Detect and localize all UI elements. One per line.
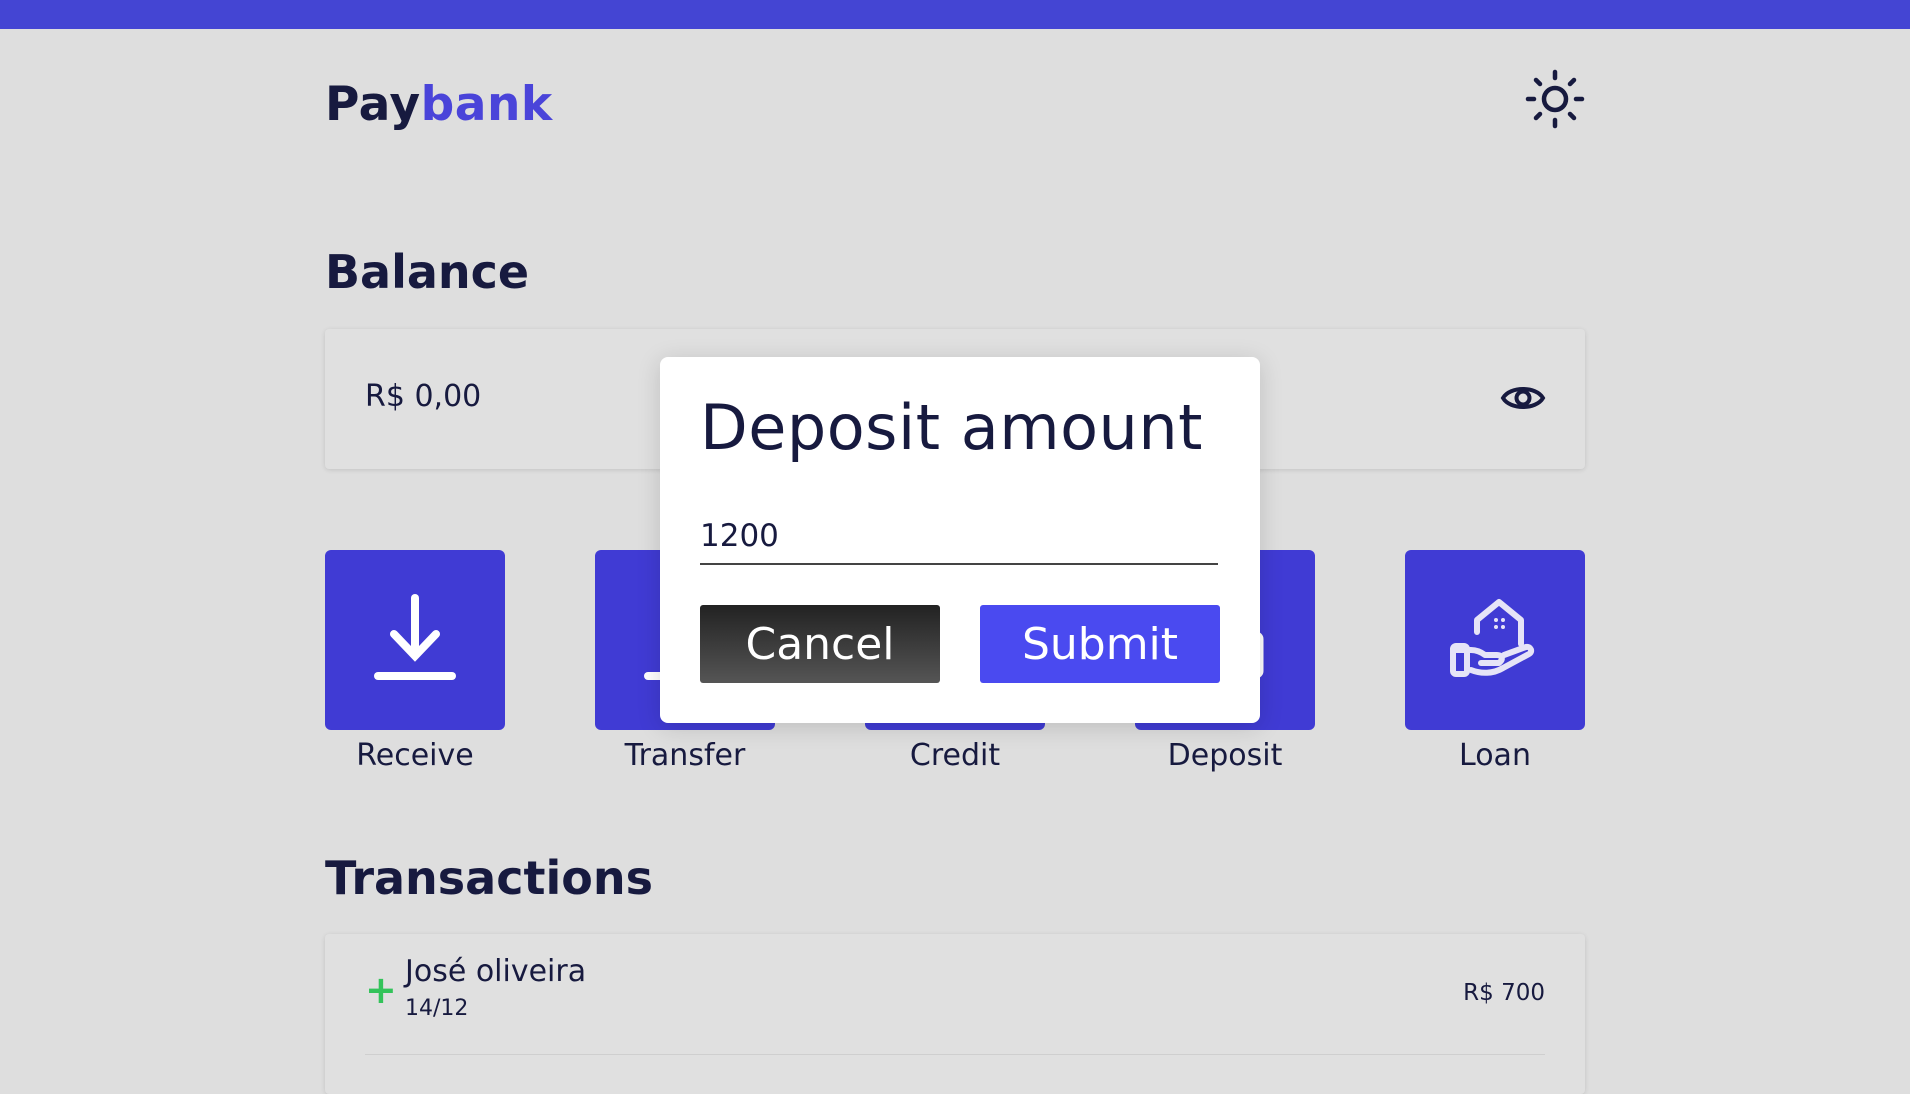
- sun-icon: [1525, 69, 1585, 129]
- submit-button[interactable]: Submit: [980, 605, 1220, 683]
- transaction-row[interactable]: + José oliveira 14/12 R$ 700: [365, 934, 1545, 1055]
- download-icon: [374, 594, 456, 680]
- loan-button[interactable]: [1405, 550, 1585, 730]
- logo-part-pay: Pay: [325, 77, 421, 132]
- income-plus-icon: +: [365, 968, 397, 1012]
- balance-value: R$ 0,00: [365, 379, 482, 414]
- action-label-credit: Credit: [909, 738, 1001, 773]
- deposit-modal: Deposit amount Cancel Submit: [660, 357, 1260, 723]
- transactions-title: Transactions: [325, 851, 653, 905]
- toggle-balance-visibility-button[interactable]: [1500, 377, 1546, 419]
- hand-house-icon: [1450, 599, 1535, 677]
- transaction-date: 14/12: [405, 996, 469, 1021]
- logo-part-bank: bank: [420, 77, 553, 132]
- transaction-amount: R$ 700: [1463, 980, 1545, 1006]
- action-receive: Receive: [325, 550, 505, 773]
- transactions-list: + José oliveira 14/12 R$ 700: [325, 934, 1585, 1094]
- logo: Paybank: [325, 77, 553, 132]
- action-loan: Loan: [1405, 550, 1585, 773]
- top-accent-bar: [0, 0, 1910, 29]
- transaction-name: José oliveira: [405, 954, 587, 989]
- action-label-transfer: Transfer: [624, 738, 746, 773]
- action-label-deposit: Deposit: [1167, 738, 1283, 773]
- deposit-amount-input[interactable]: [700, 509, 1218, 565]
- eye-icon: [1500, 387, 1546, 409]
- receive-button[interactable]: [325, 550, 505, 730]
- modal-title: Deposit amount: [700, 391, 1203, 464]
- action-label-receive: Receive: [356, 738, 474, 773]
- action-label-loan: Loan: [1459, 738, 1531, 773]
- theme-toggle-button[interactable]: [1525, 69, 1585, 129]
- balance-title: Balance: [325, 245, 530, 299]
- cancel-button[interactable]: Cancel: [700, 605, 940, 683]
